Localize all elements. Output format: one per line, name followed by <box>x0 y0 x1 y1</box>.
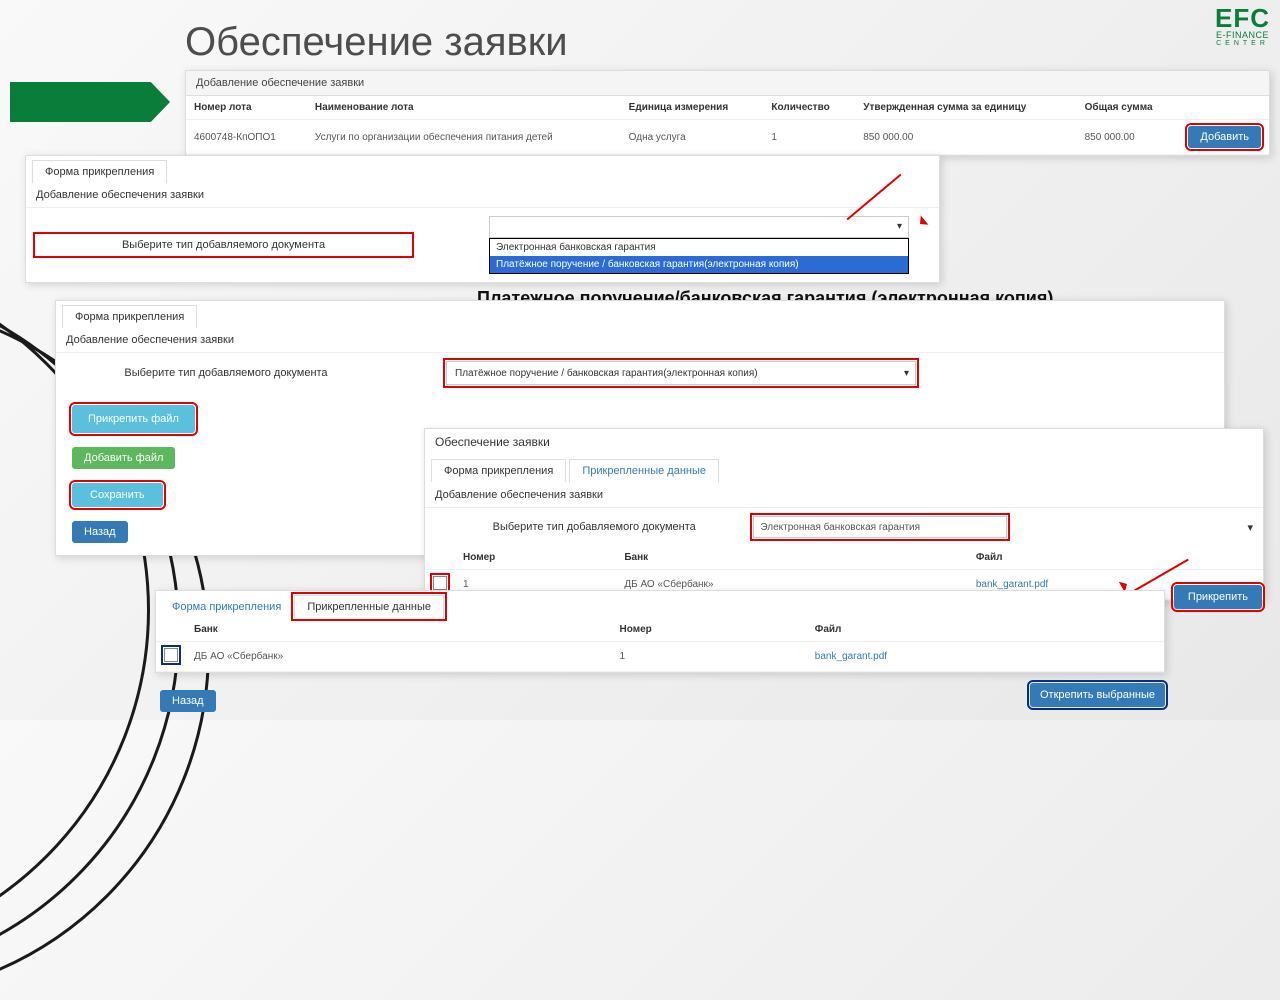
doc-type-select[interactable]: Электронная банковская гарантия <box>753 516 1007 538</box>
col-bank: Банк <box>616 546 968 570</box>
doc-type-label: Выберите тип добавляемого документа <box>36 235 411 255</box>
cell-unit-sum: 850 000.00 <box>855 120 1076 155</box>
col-total: Общая сумма <box>1077 96 1181 120</box>
table-row: ДБ АО «Сбербанк» 1 bank_garant.pdf <box>156 642 1164 672</box>
attached-table: Банк Номер Файл ДБ АО «Сбербанк» 1 bank_… <box>156 618 1164 672</box>
back-button[interactable]: Назад <box>72 521 128 543</box>
chevron-down-icon: ▾ <box>1247 521 1253 534</box>
dropdown-option[interactable]: Электронная банковская гарантия <box>490 239 908 256</box>
lot-table: Номер лота Наименование лота Единица изм… <box>186 96 1269 155</box>
attach-button[interactable]: Прикрепить <box>1174 585 1262 609</box>
cell-number: 1 <box>612 642 807 672</box>
col-bank: Банк <box>186 618 612 642</box>
cell-lot-name: Услуги по организации обеспечения питани… <box>307 120 621 155</box>
row-checkbox[interactable] <box>433 576 447 590</box>
logo-line2: CENTER <box>1215 40 1270 47</box>
doc-type-select[interactable]: Платёжное поручение / банковская гаранти… <box>446 361 916 385</box>
doc-type-dropdown: Электронная банковская гарантия Платёжно… <box>489 238 909 274</box>
dropdown-option-selected[interactable]: Платёжное поручение / банковская гаранти… <box>490 256 908 273</box>
attach-file-button[interactable]: Прикрепить файл <box>72 405 195 433</box>
row-checkbox[interactable] <box>164 648 178 662</box>
col-lot-name: Наименование лота <box>307 96 621 120</box>
col-file: Файл <box>968 546 1263 570</box>
save-button[interactable]: Сохранить <box>72 483 163 507</box>
col-checkbox <box>425 546 455 570</box>
panel-title: Обеспечение заявки <box>425 429 1263 455</box>
chevron-down-icon: ▾ <box>897 221 902 232</box>
logo: EFC E-FINANCE CENTER <box>1215 5 1270 47</box>
col-number: Номер <box>612 618 807 642</box>
panel-subtitle: Добавление обеспечения заявки <box>26 183 939 208</box>
panel-subtitle: Добавление обеспечения заявки <box>425 483 1263 508</box>
panel-subtitle: Добавление обеспечения заявки <box>56 328 1224 353</box>
col-unit-sum: Утвержденная сумма за единицу <box>855 96 1076 120</box>
back-button[interactable]: Назад <box>160 690 216 712</box>
table-row: 4600748-КпОПО1 Услуги по организации обе… <box>186 120 1269 155</box>
doc-type-label: Выберите тип добавляемого документа <box>435 521 753 533</box>
col-number: Номер <box>455 546 616 570</box>
attached-data-panel: Форма прикрепления Прикрепленные данные … <box>155 590 1165 673</box>
slide-title: Обеспечение заявки <box>185 20 568 65</box>
chevron-down-icon: ▾ <box>904 368 909 379</box>
lot-table-panel: Добавление обеспечение заявки Номер лота… <box>185 70 1270 156</box>
unattach-selected-button[interactable]: Открепить выбранные <box>1030 683 1165 707</box>
col-file: Файл <box>807 618 1164 642</box>
bank-guarantee-panel: Обеспечение заявки Форма прикрепления Пр… <box>424 428 1264 601</box>
tab-attached-data[interactable]: Прикрепленные данные <box>569 459 719 483</box>
doc-type-label: Выберите тип добавляемого документа <box>66 367 386 379</box>
file-link[interactable]: bank_garant.pdf <box>976 579 1048 590</box>
cell-total: 850 000.00 <box>1077 120 1181 155</box>
add-button[interactable]: Добавить <box>1188 126 1261 148</box>
cell-unit: Одна услуга <box>621 120 764 155</box>
slide-arrow-shape <box>10 82 170 122</box>
tab-attachment-form[interactable]: Форма прикрепления <box>431 459 566 482</box>
file-link[interactable]: bank_garant.pdf <box>815 651 887 662</box>
logo-main: EFC <box>1215 5 1270 31</box>
panel-header: Добавление обеспечение заявки <box>186 71 1269 96</box>
doc-type-select[interactable]: ▾ <box>489 216 909 238</box>
tab-attachment-form[interactable]: Форма прикрепления <box>62 305 197 328</box>
tab-attached-data[interactable]: Прикрепленные данные <box>294 595 444 618</box>
tab-attachment-form[interactable]: Форма прикрепления <box>162 596 291 618</box>
cell-qty: 1 <box>763 120 855 155</box>
col-unit: Единица измерения <box>621 96 764 120</box>
attachment-form-panel-dropdown: Форма прикрепления Добавление обеспечени… <box>25 155 940 283</box>
doc-type-selected-value: Платёжное поручение / банковская гаранти… <box>455 368 758 379</box>
col-lot-no: Номер лота <box>186 96 307 120</box>
cell-lot-no: 4600748-КпОПО1 <box>186 120 307 155</box>
add-file-button[interactable]: Добавить файл <box>72 447 175 469</box>
logo-line1: E-FINANCE <box>1215 31 1270 40</box>
cell-bank: ДБ АО «Сбербанк» <box>186 642 612 672</box>
tab-attachment-form[interactable]: Форма прикрепления <box>32 160 167 183</box>
col-qty: Количество <box>763 96 855 120</box>
doc-type-selected-value: Электронная банковская гарантия <box>760 522 920 533</box>
